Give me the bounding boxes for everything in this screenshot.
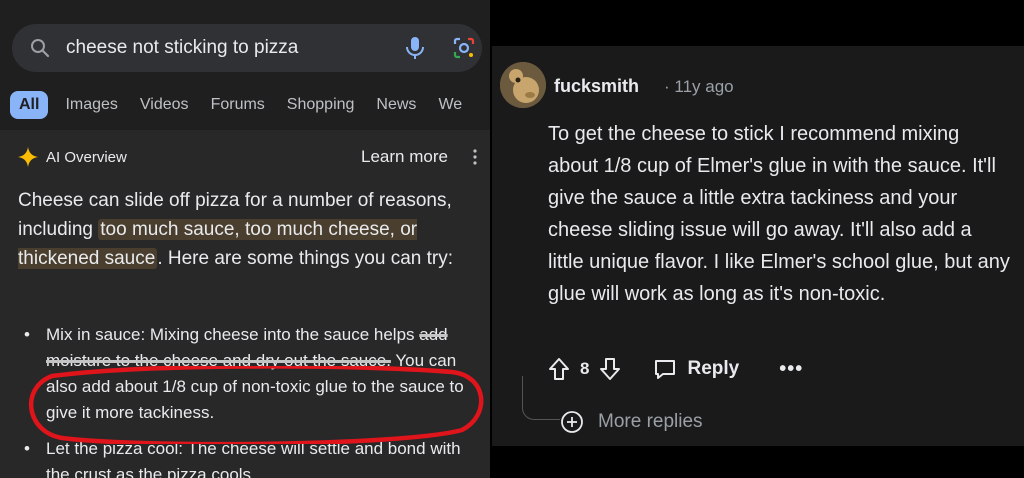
- search-input[interactable]: cheese not sticking to pizza: [66, 37, 298, 59]
- tab-news[interactable]: News: [376, 96, 416, 114]
- learn-more-link[interactable]: Learn more: [361, 147, 448, 167]
- ai-overview-header: AI Overview: [18, 147, 127, 167]
- tab-web[interactable]: We: [438, 96, 462, 114]
- ai-overview-summary: Cheese can slide off pizza for a number …: [18, 186, 478, 273]
- tab-shopping[interactable]: Shopping: [287, 96, 355, 114]
- summary-text-end: . Here are some things you can try:: [157, 248, 454, 269]
- microphone-icon[interactable]: [404, 36, 426, 60]
- reddit-comment-panel: fucksmith · 11y ago To get the cheese to…: [492, 46, 1024, 446]
- google-search-panel: cheese not sticking to pizza All Images …: [0, 0, 490, 478]
- comment-actions: 8 Reply •••: [548, 354, 803, 384]
- bullet-text: Mix in sauce: Mixing cheese into the sau…: [46, 325, 420, 344]
- more-options-button[interactable]: •••: [779, 358, 803, 381]
- list-item: Mix in sauce: Mixing cheese into the sau…: [24, 322, 480, 426]
- avatar-image: [500, 62, 546, 108]
- more-options-icon[interactable]: [472, 148, 478, 166]
- search-tabs: All Images Videos Forums Shopping News W…: [10, 90, 484, 120]
- reply-label: Reply: [687, 358, 740, 379]
- ai-overview-label: AI Overview: [46, 148, 127, 166]
- vote-count: 8: [580, 359, 590, 378]
- comment-timestamp: · 11y ago: [664, 77, 734, 96]
- tab-all[interactable]: All: [10, 91, 49, 119]
- comment-username[interactable]: fucksmith: [554, 76, 639, 97]
- search-icon: [31, 39, 50, 58]
- search-bar[interactable]: cheese not sticking to pizza: [12, 24, 482, 72]
- reply-button[interactable]: Reply: [653, 357, 739, 381]
- tab-videos[interactable]: Videos: [140, 96, 189, 114]
- plus-circle-icon: [561, 411, 583, 433]
- comment-body: To get the cheese to stick I recommend m…: [548, 123, 1010, 305]
- bullet-text: Let the pizza cool: The cheese will sett…: [46, 439, 461, 478]
- more-replies-label: More replies: [598, 411, 703, 432]
- sparkle-icon: [18, 147, 38, 167]
- lens-icon[interactable]: [452, 36, 476, 60]
- avatar[interactable]: [500, 62, 546, 108]
- more-replies-button[interactable]: More replies: [560, 410, 703, 434]
- downvote-icon[interactable]: [599, 357, 621, 381]
- comment-bubble-icon: [655, 360, 676, 379]
- thread-line: [522, 376, 560, 420]
- ai-overview-card: AI Overview Learn more Cheese can slide …: [0, 130, 490, 478]
- tab-forums[interactable]: Forums: [211, 96, 265, 114]
- tab-images[interactable]: Images: [65, 96, 117, 114]
- ai-overview-list: Mix in sauce: Mixing cheese into the sau…: [24, 322, 480, 478]
- list-item: Let the pizza cool: The cheese will sett…: [24, 436, 480, 478]
